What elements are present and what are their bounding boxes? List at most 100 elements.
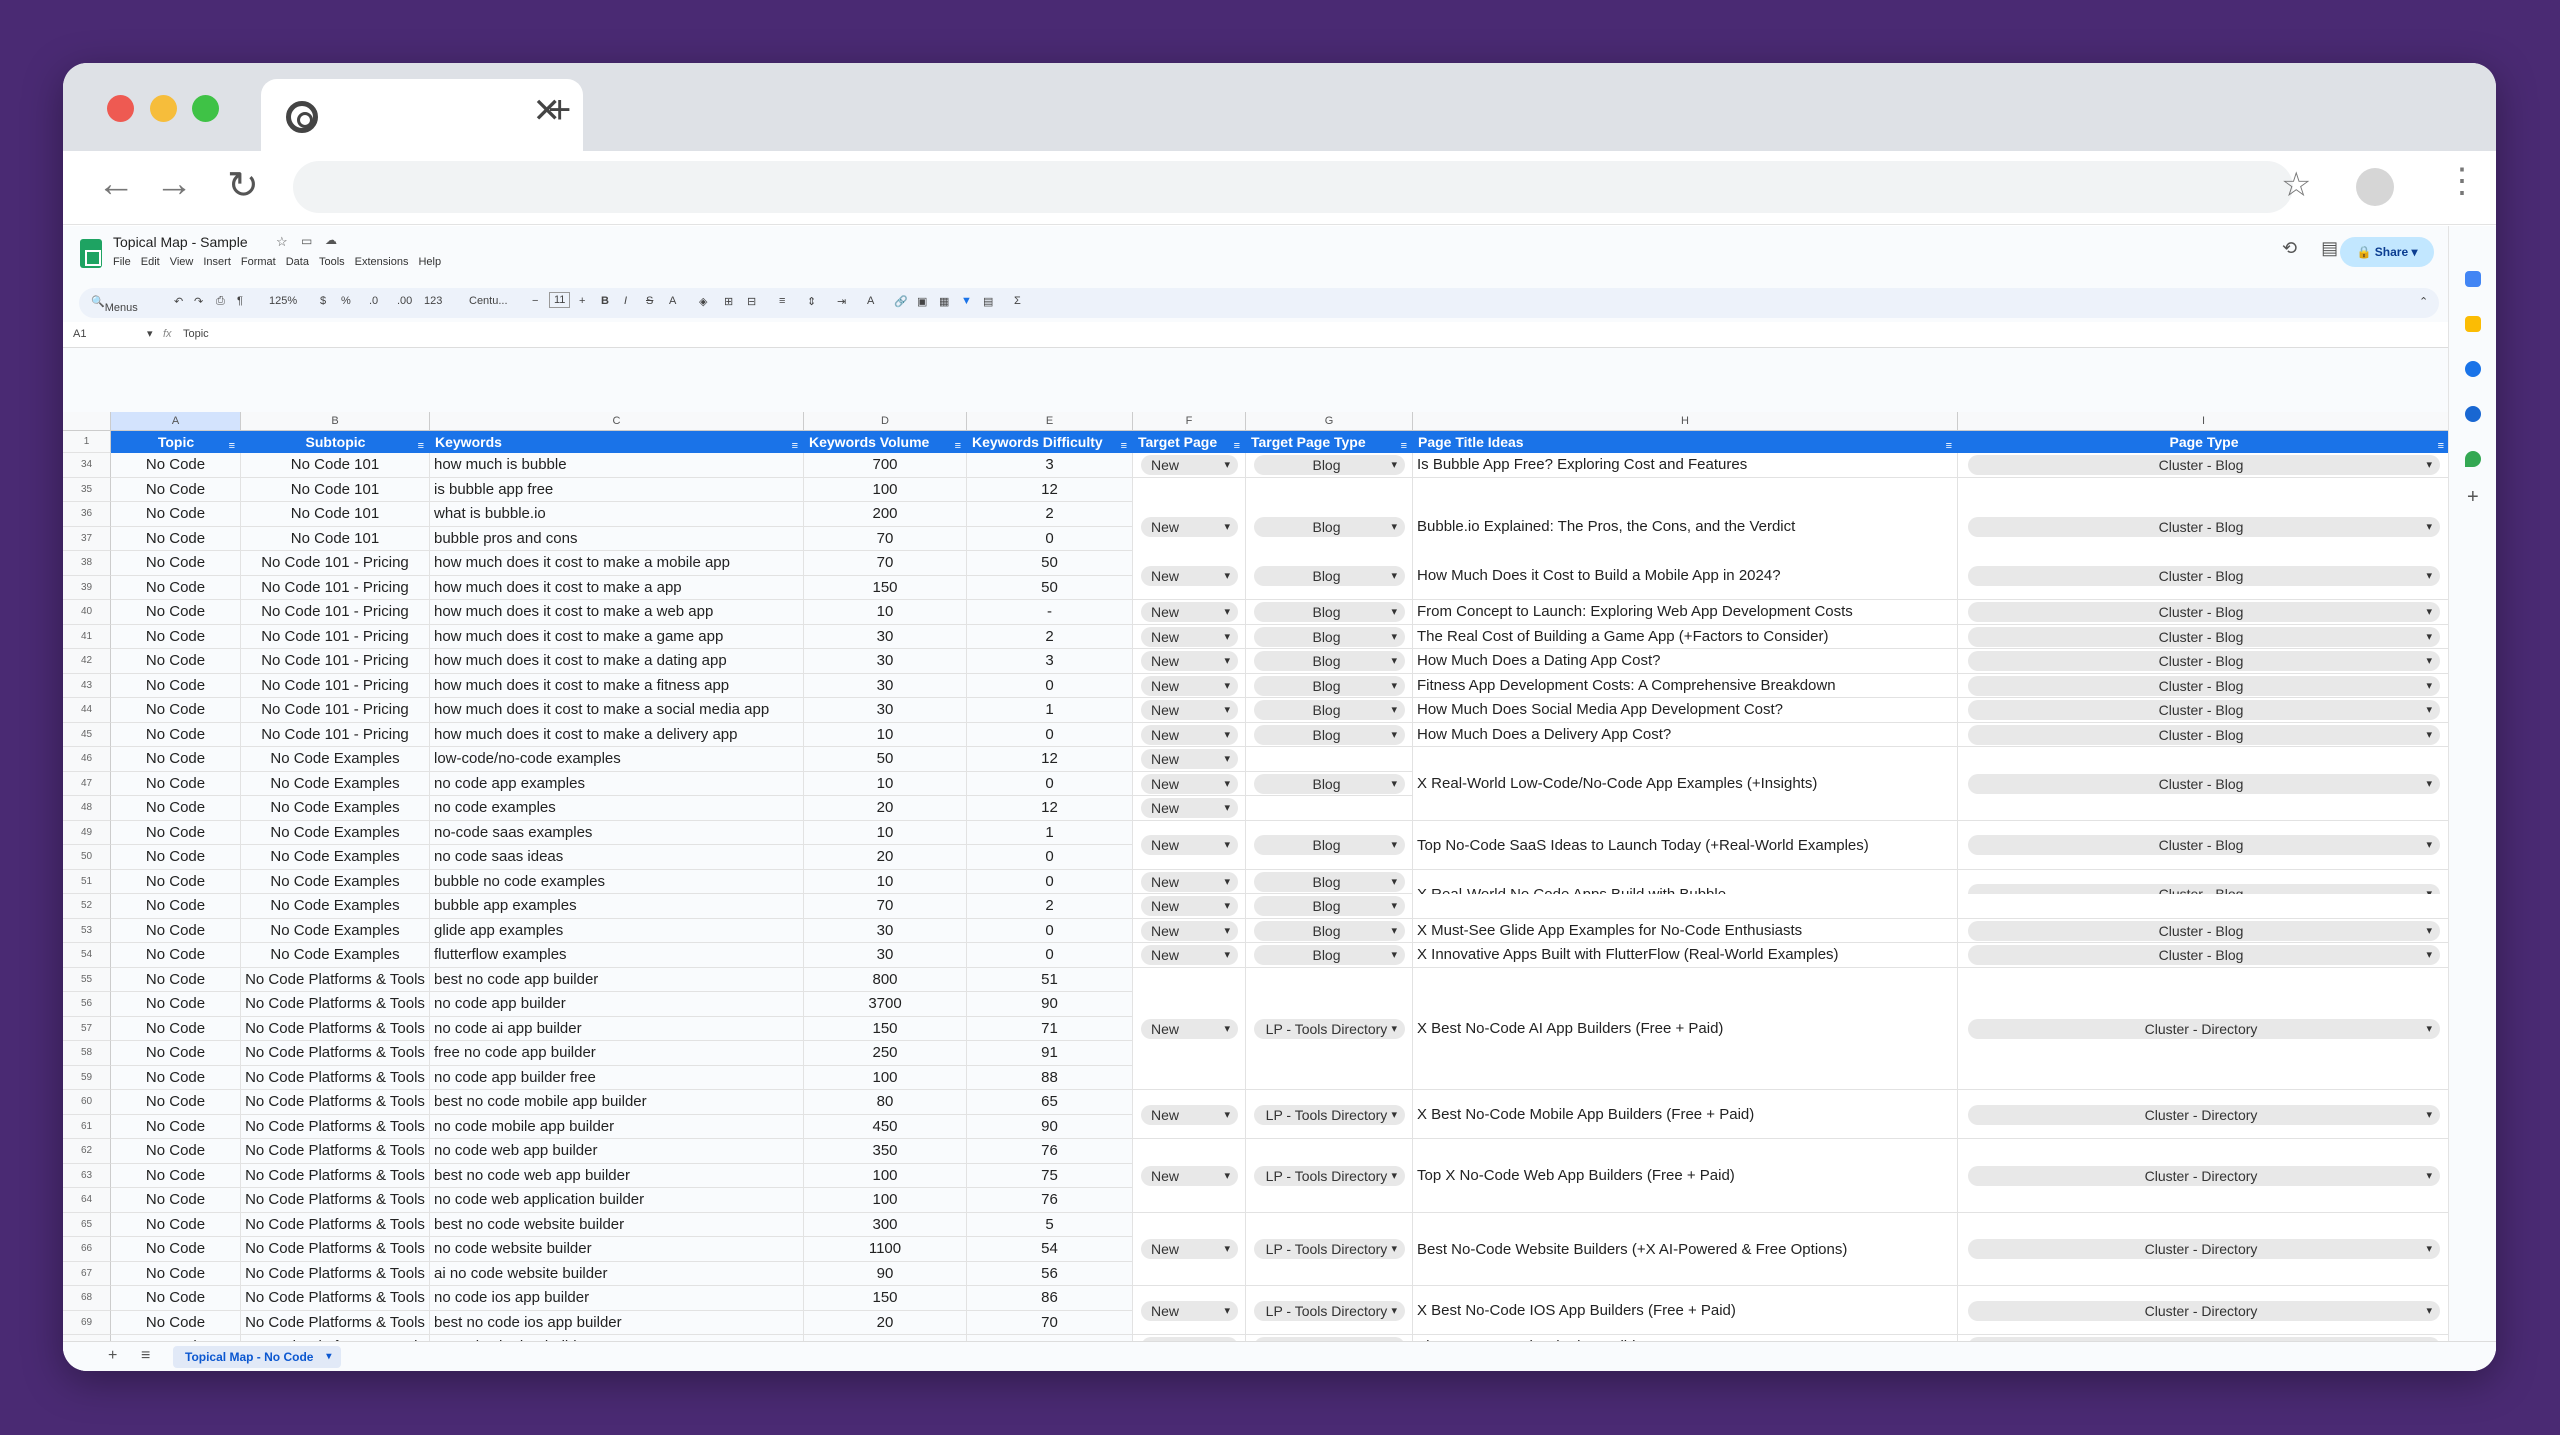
target-page-type-dropdown[interactable]: Blog [1254,920,1405,941]
cell-diff[interactable]: 0 [967,673,1133,698]
page-type-dropdown[interactable]: Cluster - Blog [1968,773,2440,794]
cell-page-title[interactable]: How Much Does a Dating App Cost? [1413,649,1958,674]
header-cell[interactable]: Keywords Volume ≡ [804,431,967,453]
target-page-dropdown[interactable]: New [1141,565,1238,586]
cell-diff[interactable]: 76 [967,1188,1133,1213]
cell-page-title[interactable]: How Much Does a Delivery App Cost? [1413,722,1958,747]
cell-kw[interactable]: how much does it cost to make a social m… [430,698,804,723]
cell-diff[interactable]: 12 [967,796,1133,821]
cell-page-title[interactable]: Best No-Code Website Builders (+X AI-Pow… [1413,1212,1958,1286]
row-number[interactable]: 59 [63,1065,111,1090]
row-number[interactable]: 41 [63,624,111,649]
cell-topic[interactable]: No Code [111,1188,241,1213]
cell-sub[interactable]: No Code Platforms & Tools [241,1212,430,1237]
menu-tools[interactable]: Tools [319,256,345,268]
functions-icon[interactable]: Σ [1014,295,1021,307]
back-button[interactable]: ← [97,163,135,206]
cell-sub[interactable]: No Code 101 - Pricing [241,575,430,600]
cell-diff[interactable]: 0 [967,722,1133,747]
column-header-g[interactable]: G [1246,412,1413,431]
target-page-type-dropdown[interactable]: Blog [1254,602,1405,623]
cell-sub[interactable]: No Code Platforms & Tools [241,1139,430,1164]
cell-topic[interactable]: No Code [111,967,241,992]
cell-kw[interactable]: how much does it cost to make a mobile a… [430,551,804,576]
print-icon[interactable]: ⎙ [216,295,225,308]
comment-icon[interactable]: ▣ [917,295,927,308]
cell-topic[interactable]: No Code [111,894,241,919]
cell-topic[interactable]: No Code [111,1261,241,1286]
cell-sub[interactable]: No Code 101 [241,502,430,527]
filter-views-icon[interactable]: ▤ [983,295,993,308]
cell-diff[interactable]: 0 [967,526,1133,551]
cell-topic[interactable]: No Code [111,1139,241,1164]
column-header-a[interactable]: A [111,412,241,431]
minimize-window-button[interactable] [150,95,177,122]
row-number[interactable]: 51 [63,869,111,894]
cell-topic[interactable]: No Code [111,1090,241,1115]
close-window-button[interactable] [107,95,134,122]
page-type-dropdown[interactable]: Cluster - Directory [1968,1165,2440,1186]
cell-kw[interactable]: what is bubble.io [430,502,804,527]
column-header-h[interactable]: H [1413,412,1958,431]
font-select[interactable]: Centu... [469,295,508,307]
page-type-dropdown[interactable]: Cluster - Blog [1968,516,2440,537]
cell-sub[interactable]: No Code Examples [241,918,430,943]
reload-button[interactable]: ↻ [227,163,259,208]
header-cell[interactable]: Topic ≡ [111,431,241,453]
page-type-dropdown[interactable]: Cluster - Directory [1968,1104,2440,1125]
cell-diff[interactable]: 91 [967,1041,1133,1066]
cell-page-title[interactable]: Is Bubble App Free? Exploring Cost and F… [1413,453,1958,478]
borders-icon[interactable]: ⊞ [724,295,733,308]
target-page-type-dropdown[interactable]: Blog [1254,724,1405,745]
cell-sub[interactable]: No Code Examples [241,771,430,796]
cell-vol[interactable]: 150 [804,1286,967,1311]
cell-topic[interactable]: No Code [111,624,241,649]
sheet-tab[interactable]: Topical Map - No Code [173,1346,342,1368]
menu-file[interactable]: File [113,256,131,268]
cell-kw[interactable]: how much does it cost to make a app [430,575,804,600]
add-sheet-icon[interactable]: + [108,1347,117,1365]
target-page-dropdown[interactable]: New [1141,835,1238,855]
cell-kw[interactable]: ai no code website builder [430,1261,804,1286]
cell-kw[interactable]: no-code saas examples [430,820,804,845]
target-page-type-dropdown[interactable]: LP - Tools Directory [1254,1018,1405,1039]
target-page-type-dropdown[interactable]: Blog [1254,945,1405,966]
target-page-dropdown[interactable]: New [1141,675,1238,696]
star-icon[interactable]: ☆ [276,234,288,250]
move-icon[interactable]: ▭ [301,234,312,248]
cell-vol[interactable]: 90 [804,1261,967,1286]
cell-kw[interactable]: no code app builder [430,992,804,1017]
cell-page-title[interactable]: X Best No-Code IOS App Builders (Free + … [1413,1286,1958,1335]
cell-topic[interactable]: No Code [111,992,241,1017]
cell-topic[interactable]: No Code [111,820,241,845]
cell-diff[interactable]: 0 [967,845,1133,870]
cell-diff[interactable]: 75 [967,1163,1133,1188]
target-page-type-dropdown[interactable]: Blog [1254,516,1405,537]
cell-kw[interactable]: no code app builder free [430,1065,804,1090]
profile-icon[interactable] [2356,168,2394,206]
column-header-e[interactable]: E [967,412,1133,431]
cell-diff[interactable]: 5 [967,1212,1133,1237]
cell-sub[interactable]: No Code Platforms & Tools [241,1016,430,1041]
cell-kw[interactable]: best no code web app builder [430,1163,804,1188]
target-page-dropdown[interactable]: New [1141,945,1238,966]
cell-vol[interactable]: 70 [804,551,967,576]
target-page-dropdown[interactable]: New [1141,1104,1238,1125]
link-icon[interactable]: 🔗 [894,295,908,308]
cell-vol[interactable]: 100 [804,1188,967,1213]
cell-sub[interactable]: No Code 101 - Pricing [241,722,430,747]
cell-kw[interactable]: no code saas ideas [430,845,804,870]
cell-vol[interactable]: 20 [804,796,967,821]
calendar-icon[interactable] [2465,271,2481,287]
header-cell[interactable]: Keywords ≡ [430,431,804,453]
row-number[interactable]: 62 [63,1139,111,1164]
cell-page-title[interactable] [1413,894,1958,919]
cell-diff[interactable]: 12 [967,477,1133,502]
cell-diff[interactable]: 0 [967,869,1133,894]
cell-sub[interactable]: No Code Platforms & Tools [241,1286,430,1311]
contacts-icon[interactable] [2465,406,2481,422]
cell-diff[interactable]: 2 [967,894,1133,919]
cell-sub[interactable]: No Code Platforms & Tools [241,1114,430,1139]
cell-sub[interactable]: No Code Examples [241,894,430,919]
chart-icon[interactable]: ▦ [939,295,949,308]
